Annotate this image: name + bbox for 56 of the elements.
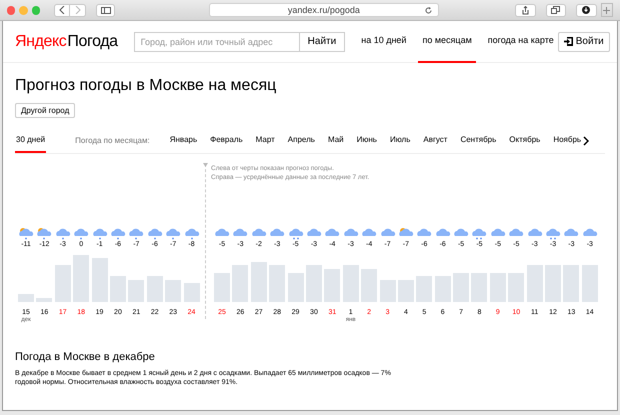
month-tab[interactable]: Ноябрь [553, 130, 582, 152]
logo-brand[interactable]: Яндекс [15, 34, 66, 50]
snow-icon [184, 226, 200, 240]
month-tab[interactable]: 30 дней [15, 130, 46, 152]
nav-tab[interactable]: погода на карте [484, 21, 558, 62]
plus-icon [603, 6, 610, 14]
month-tab[interactable]: Июнь [356, 130, 377, 152]
snow-icon [54, 226, 71, 240]
search-field[interactable]: Город, район или точный адрес [134, 32, 300, 52]
back-button[interactable] [54, 4, 70, 16]
divider-marker-icon [203, 162, 208, 166]
city-button[interactable]: Другой город [15, 103, 76, 118]
nav-tab[interactable]: на 10 дней [357, 21, 410, 62]
login-icon [564, 37, 573, 46]
sidebar-button[interactable] [96, 4, 115, 16]
address-bar[interactable]: yandex.ru/pogoda [208, 3, 439, 17]
page-title: Прогноз погоды в Москве на месяц [15, 76, 278, 96]
month-tab[interactable]: Июль [390, 130, 410, 152]
snow-icon [128, 226, 144, 240]
snow-icon [73, 226, 90, 240]
snow-icon [471, 226, 488, 240]
share-button[interactable] [514, 4, 536, 16]
snow-icon [146, 226, 163, 240]
month-tab[interactable]: Август [423, 130, 448, 152]
snow-icon [165, 226, 182, 240]
login-button[interactable]: Войти [558, 32, 610, 52]
tabs-button[interactable] [546, 4, 566, 16]
sun-snow-icon [18, 226, 34, 240]
snow-icon [92, 226, 108, 240]
month-tab[interactable]: Март [256, 130, 275, 152]
nav-tab[interactable]: по месяцам [418, 21, 476, 62]
snow-icon [545, 226, 562, 240]
snow-icon [110, 226, 126, 240]
snow-icon [288, 226, 304, 240]
back-icon [59, 6, 66, 14]
sun-snow-icon [36, 226, 52, 240]
downloads-button[interactable] [576, 4, 597, 16]
month-tab[interactable]: Октябрь [509, 130, 540, 152]
month-tab[interactable]: Сентябрь [460, 130, 496, 152]
month-tab[interactable]: Январь [170, 130, 198, 152]
search-button[interactable]: Найти [300, 32, 346, 52]
month-tab[interactable]: Май [328, 130, 344, 152]
sidebar-icon [100, 6, 110, 14]
url-text: yandex.ru/pogoda [288, 6, 360, 14]
reload-icon[interactable] [424, 7, 432, 14]
logo-product[interactable]: Погода [67, 34, 118, 50]
new-tab-button[interactable] [600, 3, 613, 17]
section-heading: Погода в Москве в декабре [15, 350, 156, 364]
tabs-icon [551, 6, 560, 14]
month-tab[interactable]: Апрель [288, 130, 315, 152]
download-icon [582, 6, 590, 14]
forward-icon [74, 6, 81, 14]
share-icon [522, 6, 529, 14]
close-window-icon[interactable] [7, 6, 16, 14]
month-tab[interactable]: Февраль [210, 130, 243, 152]
months-caption: Погода по месяцам: [75, 135, 150, 147]
